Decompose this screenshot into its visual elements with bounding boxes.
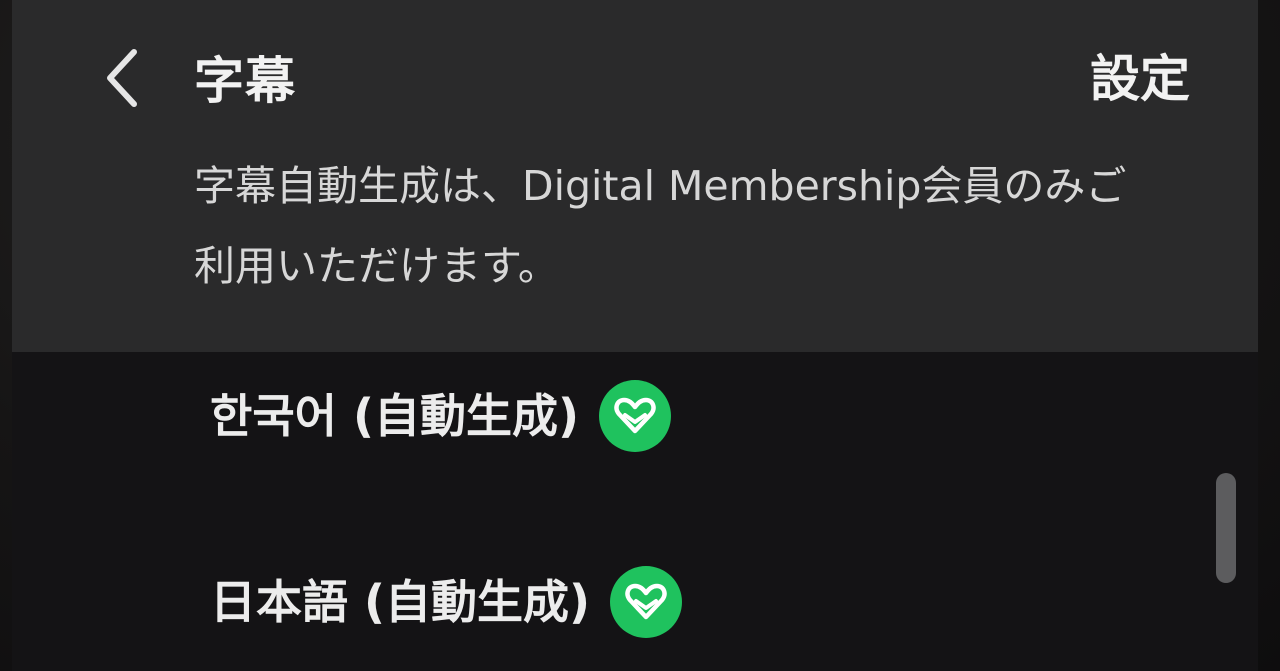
scrollbar-thumb[interactable]	[1216, 473, 1236, 583]
subtitle-menu-header: 字幕 設定 字幕自動生成は、Digital Membership会員のみご利用い…	[12, 0, 1258, 352]
membership-heart-badge-icon	[610, 566, 683, 638]
subtitle-menu-panel: 字幕 設定 字幕自動生成は、Digital Membership会員のみご利用い…	[12, 0, 1258, 671]
page-title: 字幕	[194, 52, 296, 110]
subtitle-option-label: 日本語 (自動生成)	[210, 575, 591, 629]
video-background: 字幕 設定 字幕自動生成は、Digital Membership会員のみご利用い…	[0, 0, 1280, 671]
subtitle-option-label: 한국어 (自動生成)	[210, 389, 580, 443]
settings-button[interactable]: 設定	[1090, 44, 1190, 114]
subtitle-option-korean[interactable]: 한국어 (自動生成)	[210, 376, 672, 456]
membership-heart-badge-icon	[599, 380, 672, 452]
subtitle-option-japanese[interactable]: 日本語 (自動生成)	[210, 562, 683, 642]
membership-notice: 字幕自動生成は、Digital Membership会員のみご利用いただけます。	[194, 162, 1127, 290]
chevron-left-icon	[102, 46, 142, 114]
back-button[interactable]	[90, 44, 154, 116]
